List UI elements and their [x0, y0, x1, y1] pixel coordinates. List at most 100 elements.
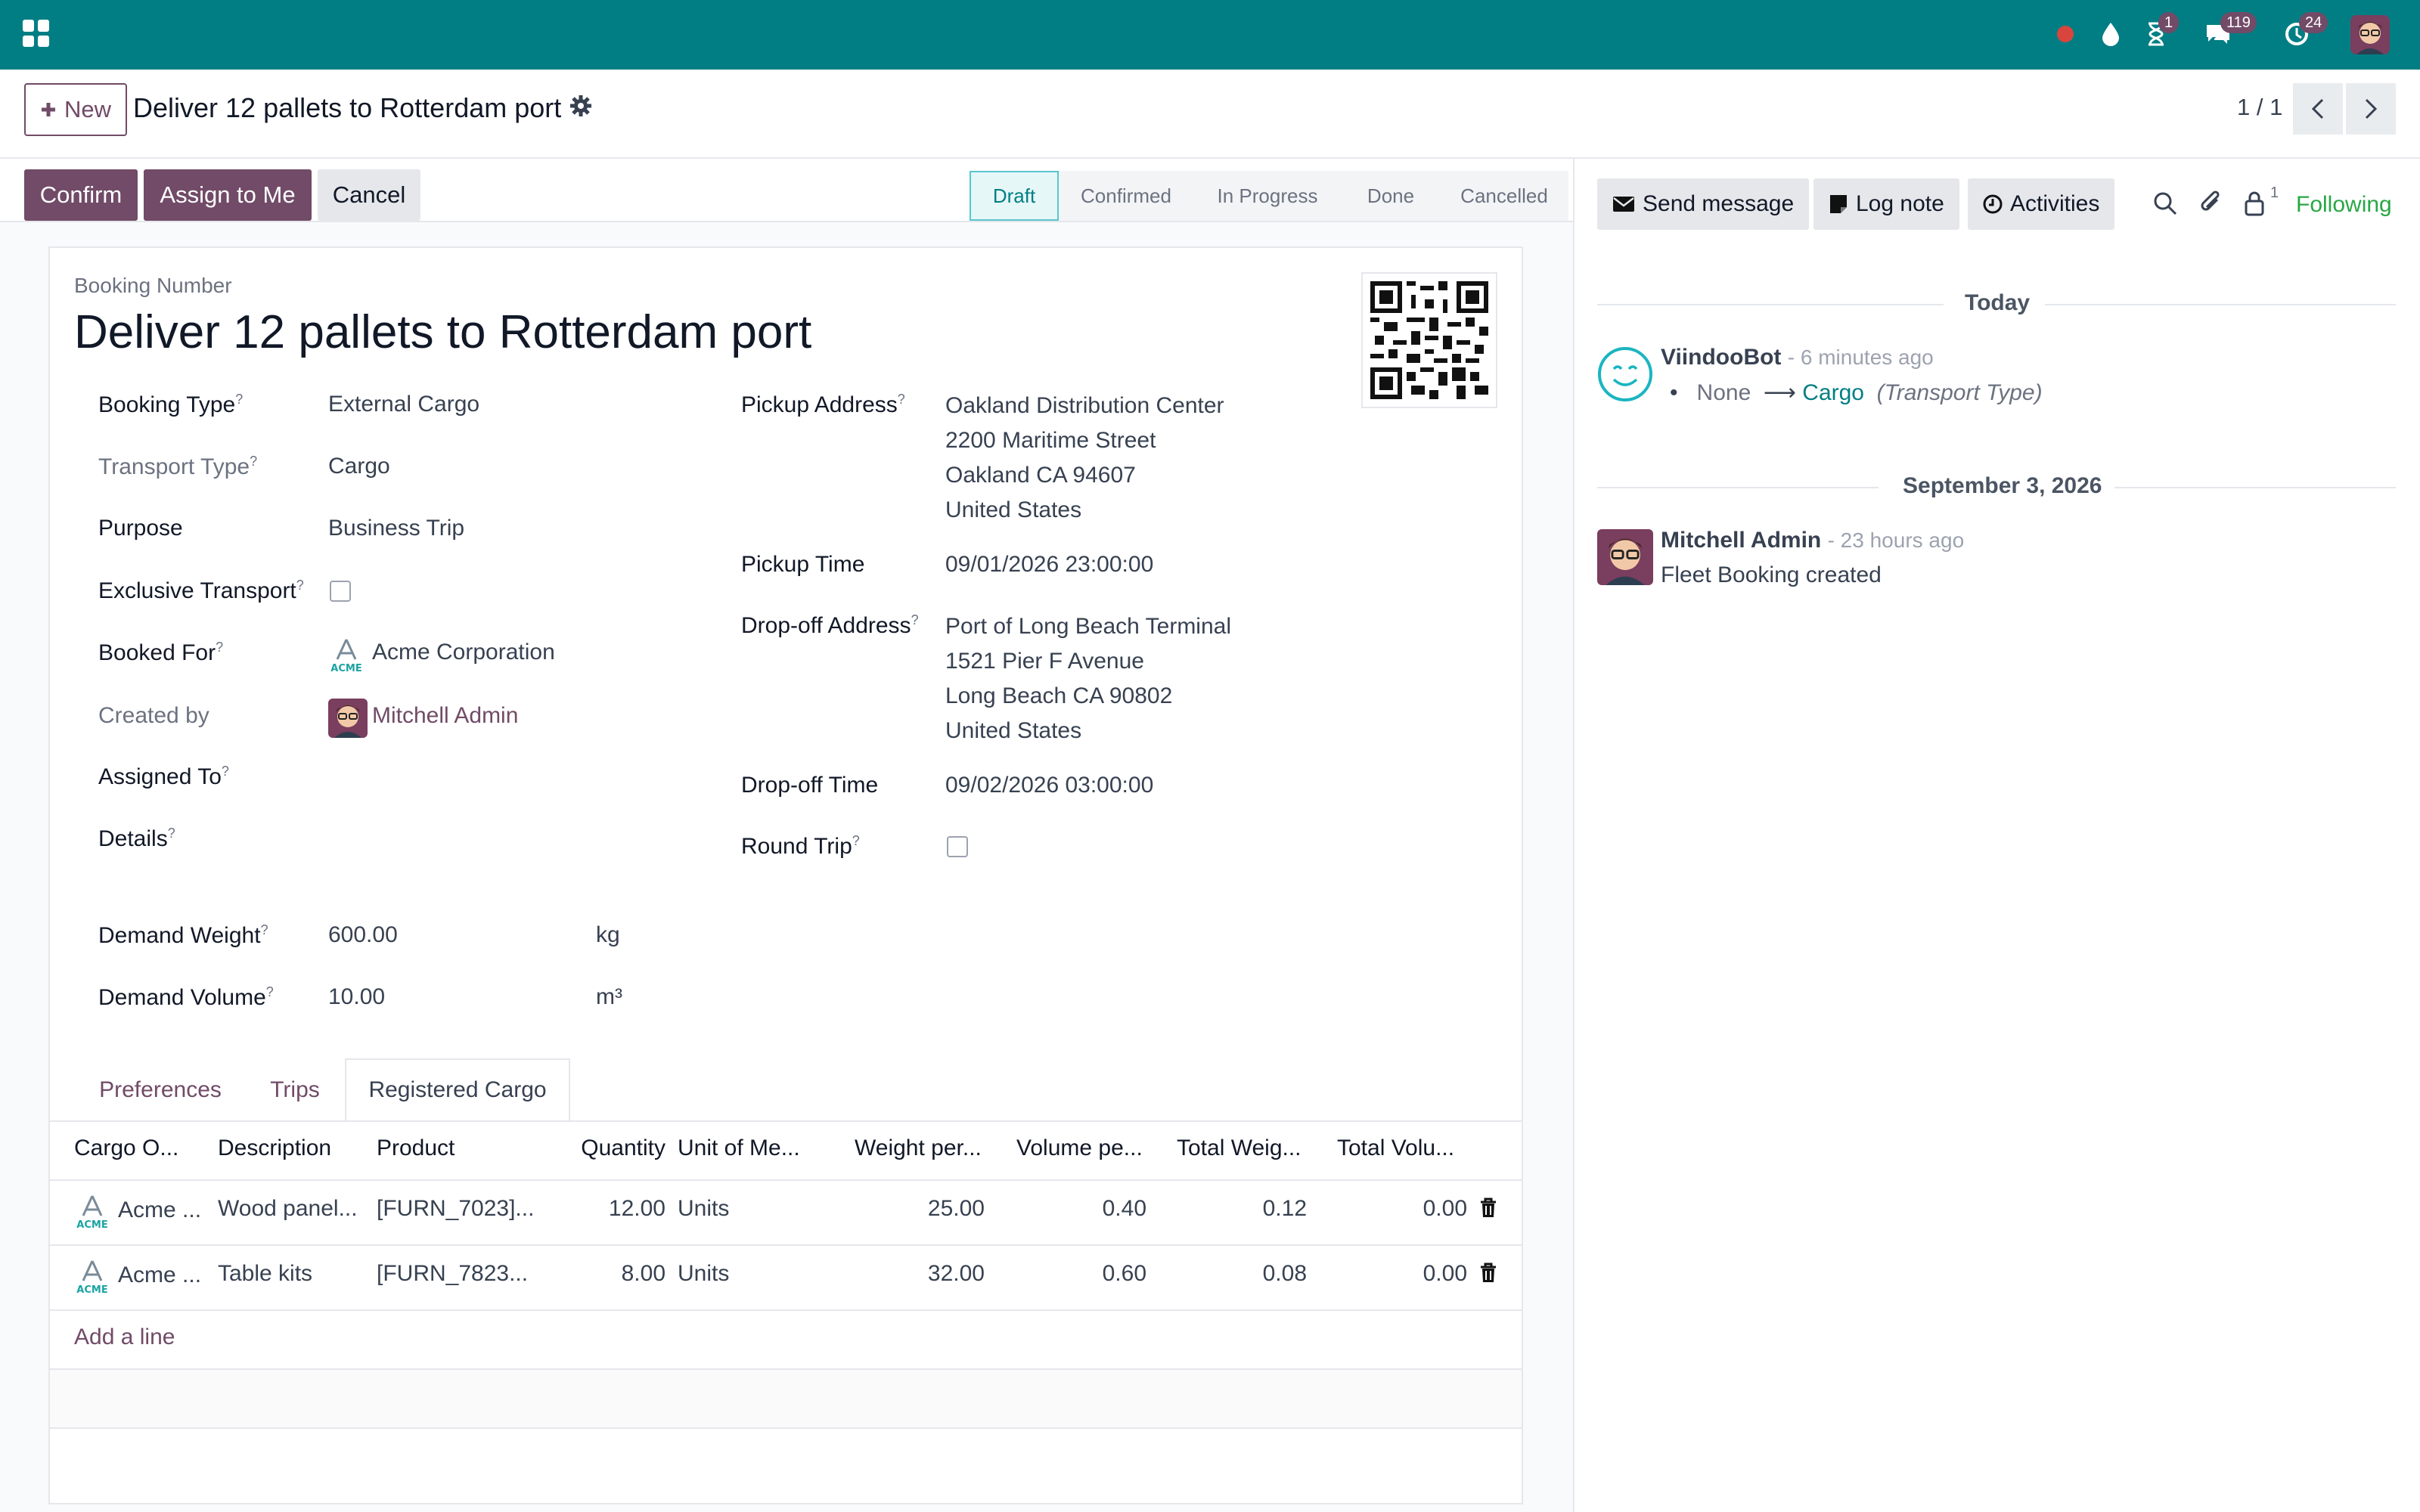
clock-icon	[1983, 194, 2003, 214]
record-icon[interactable]	[2048, 17, 2083, 51]
acme-logo-icon: ACME	[76, 1258, 109, 1296]
dropoff-address-label: Drop-off Address?	[741, 612, 919, 638]
tab-registered-cargo[interactable]: Registered Cargo	[345, 1058, 570, 1122]
pickup-time-value[interactable]: 09/01/2026 23:00:00	[945, 552, 1153, 578]
date-separator-line	[1597, 487, 1879, 488]
cell-weight-per: 32.00	[927, 1261, 985, 1286]
stage-confirmed[interactable]: Confirmed	[1059, 171, 1193, 221]
cell-total-volume: 0.00	[1423, 1196, 1467, 1221]
paperclip-icon[interactable]	[2199, 191, 2226, 218]
message-author: ViindooBot - 6 minutes ago	[1661, 345, 1934, 370]
cell-description: Wood panel...	[218, 1196, 358, 1221]
booked-for-label: Booked For?	[98, 640, 224, 665]
confirm-button[interactable]: Confirm	[24, 169, 138, 221]
assign-to-me-button[interactable]: Assign to Me	[144, 169, 312, 221]
updates-badge: 24	[2299, 12, 2328, 33]
activities-label: Activities	[2010, 191, 2100, 216]
pickup-address-label: Pickup Address?	[741, 392, 905, 417]
following-button[interactable]: Following	[2296, 192, 2392, 218]
demand-volume-value[interactable]: 10.00	[328, 984, 385, 1010]
created-by-avatar	[328, 699, 368, 738]
cell-total-volume: 0.00	[1423, 1261, 1467, 1286]
tab-preferences[interactable]: Preferences	[85, 1058, 236, 1122]
new-button[interactable]: New	[24, 83, 127, 136]
activities-button[interactable]: Activities	[1968, 178, 2115, 230]
user-avatar[interactable]	[2350, 15, 2390, 54]
cell-product: [FURN_7823...	[377, 1261, 529, 1286]
cell-owner: Acme ...	[118, 1263, 202, 1287]
purpose-label: Purpose	[98, 516, 183, 541]
cell-volume-per: 0.40	[1102, 1196, 1146, 1221]
message-author: Mitchell Admin - 23 hours ago	[1661, 528, 1965, 553]
apps-menu-icon[interactable]	[23, 20, 50, 47]
dropoff-time-value[interactable]: 09/02/2026 03:00:00	[945, 773, 1153, 798]
log-note-label: Log note	[1856, 191, 1944, 216]
cell-owner: Acme ...	[118, 1198, 202, 1222]
details-label: Details?	[98, 826, 175, 851]
search-icon[interactable]	[2152, 191, 2180, 218]
stage-cancelled[interactable]: Cancelled	[1440, 171, 1568, 221]
column-description[interactable]: Description	[218, 1136, 369, 1161]
booking-type-label: Booking Type?	[98, 392, 244, 417]
booking-title[interactable]: Deliver 12 pallets to Rotterdam port	[74, 305, 811, 359]
booking-type-value[interactable]: External Cargo	[328, 392, 479, 417]
delete-row-icon[interactable]	[1479, 1198, 1497, 1219]
stage-in-progress[interactable]: In Progress	[1193, 171, 1342, 221]
add-line-row	[50, 1309, 1522, 1368]
send-message-label: Send message	[1643, 191, 1795, 216]
created-by-value[interactable]: Mitchell Admin	[372, 703, 518, 729]
demand-weight-value[interactable]: 600.00	[328, 922, 398, 948]
cell-uom: Units	[678, 1261, 730, 1286]
messages-icon[interactable]: 119	[2201, 12, 2257, 51]
column-quantity[interactable]: Quantity	[549, 1136, 666, 1161]
acme-logo-icon: ACME	[76, 1193, 109, 1231]
svg-text:ACME: ACME	[330, 663, 361, 674]
tab-divider	[50, 1120, 1522, 1122]
followers-lock-icon[interactable]	[2243, 191, 2270, 218]
demand-weight-label: Demand Weight?	[98, 922, 268, 948]
demand-weight-unit: kg	[596, 922, 620, 947]
plus-icon	[41, 103, 55, 116]
transport-type-label: Transport Type?	[98, 454, 258, 479]
stage-draft[interactable]: Draft	[970, 171, 1059, 221]
booked-for-value[interactable]: Acme Corporation	[372, 640, 555, 665]
column-unit-of-measure[interactable]: Unit of Me...	[678, 1136, 836, 1161]
created-by-label: Created by	[98, 703, 209, 728]
activities-hourglass-icon[interactable]: 1	[2139, 12, 2180, 51]
pager-value[interactable]: 1 / 1	[2237, 94, 2282, 121]
stage-done[interactable]: Done	[1342, 171, 1440, 221]
column-product[interactable]: Product	[377, 1136, 543, 1161]
exclusive-transport-checkbox[interactable]	[330, 581, 351, 602]
round-trip-checkbox[interactable]	[947, 836, 968, 857]
date-separator-line	[1597, 304, 1944, 305]
chevron-left-icon	[2311, 98, 2324, 119]
updates-clock-icon[interactable]: 24	[2279, 12, 2328, 51]
send-message-button[interactable]: Send message	[1597, 178, 1810, 230]
column-volume-per[interactable]: Volume pe...	[1016, 1136, 1160, 1161]
cell-total-weight: 0.12	[1262, 1196, 1307, 1221]
pager-previous-button[interactable]	[2293, 83, 2343, 135]
svg-text:ACME: ACME	[76, 1284, 107, 1296]
followers-count: 1	[2270, 184, 2279, 201]
add-a-line-link[interactable]: Add a line	[74, 1325, 175, 1350]
delete-row-icon[interactable]	[1479, 1263, 1497, 1284]
pager-next-button[interactable]	[2346, 83, 2396, 135]
demand-volume-label: Demand Volume?	[98, 984, 274, 1010]
pickup-address-value[interactable]: Oakland Distribution Center 2200 Maritim…	[945, 389, 1224, 528]
gear-icon[interactable]	[569, 94, 593, 118]
cell-weight-per: 25.00	[927, 1196, 985, 1221]
date-separator-line	[2045, 304, 2396, 305]
control-panel: New Deliver 12 pallets to Rotterdam port…	[0, 70, 2420, 159]
drop-icon[interactable]	[2093, 17, 2128, 51]
cancel-button[interactable]: Cancel	[318, 169, 420, 221]
column-weight-per[interactable]: Weight per...	[855, 1136, 998, 1161]
svg-text:ACME: ACME	[76, 1219, 107, 1231]
column-total-weight[interactable]: Total Weig...	[1177, 1136, 1320, 1161]
tab-trips[interactable]: Trips	[257, 1058, 333, 1122]
column-cargo-owner[interactable]: Cargo O...	[74, 1136, 218, 1161]
column-total-volume[interactable]: Total Volu...	[1337, 1136, 1481, 1161]
purpose-value[interactable]: Business Trip	[328, 516, 464, 541]
log-note-button[interactable]: Log note	[1813, 178, 1959, 230]
status-bar: Confirm Assign to Me Cancel Draft Confir…	[0, 159, 1573, 222]
dropoff-address-value[interactable]: Port of Long Beach Terminal 1521 Pier F …	[945, 609, 1231, 748]
